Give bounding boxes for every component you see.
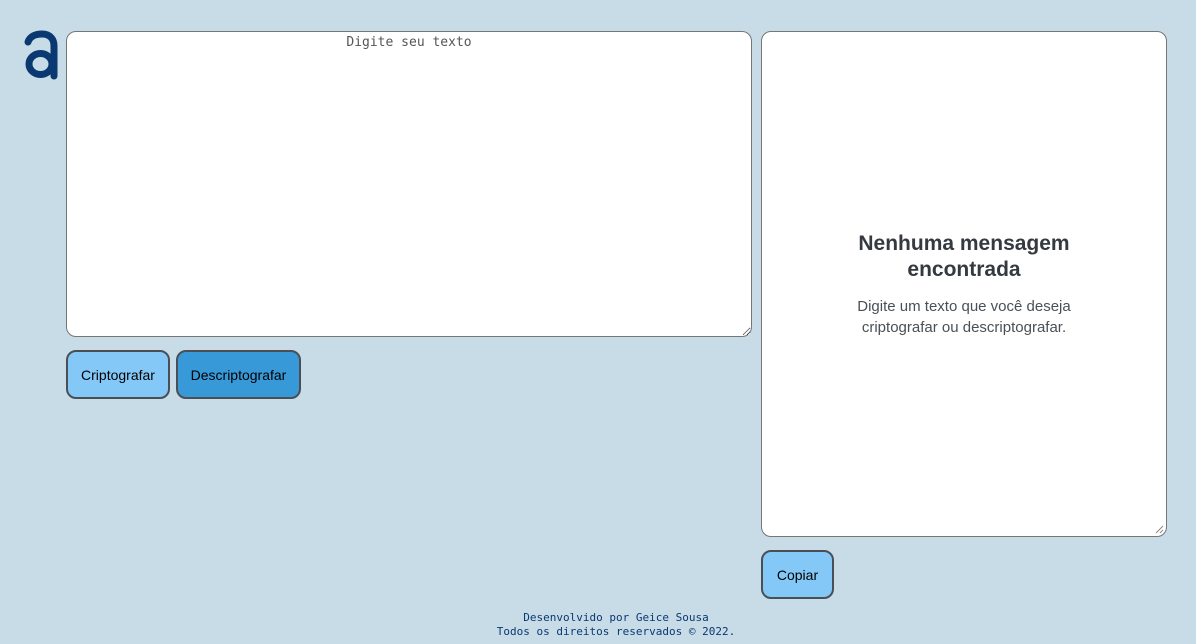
encrypt-button[interactable]: Criptografar (66, 350, 170, 399)
text-input[interactable] (66, 31, 752, 337)
footer-copyright: Todos os direitos reservados © 2022. (496, 625, 736, 638)
decrypt-button[interactable]: Descriptografar (176, 350, 301, 399)
alura-logo-icon (22, 30, 60, 80)
empty-message-title: Nenhuma mensagem encontrada (858, 232, 1070, 281)
empty-message-description: Digite um texto que você deseja criptogr… (857, 298, 1071, 336)
resize-handle-icon[interactable] (1155, 525, 1164, 534)
footer: Desenvolvido por Geice Sousa Todos os di… (0, 611, 1196, 639)
copy-button[interactable]: Copiar (761, 550, 834, 599)
footer-credits: Desenvolvido por Geice Sousa (523, 611, 709, 624)
output-panel[interactable]: Nenhuma mensagem encontrada Digite um te… (761, 31, 1167, 537)
